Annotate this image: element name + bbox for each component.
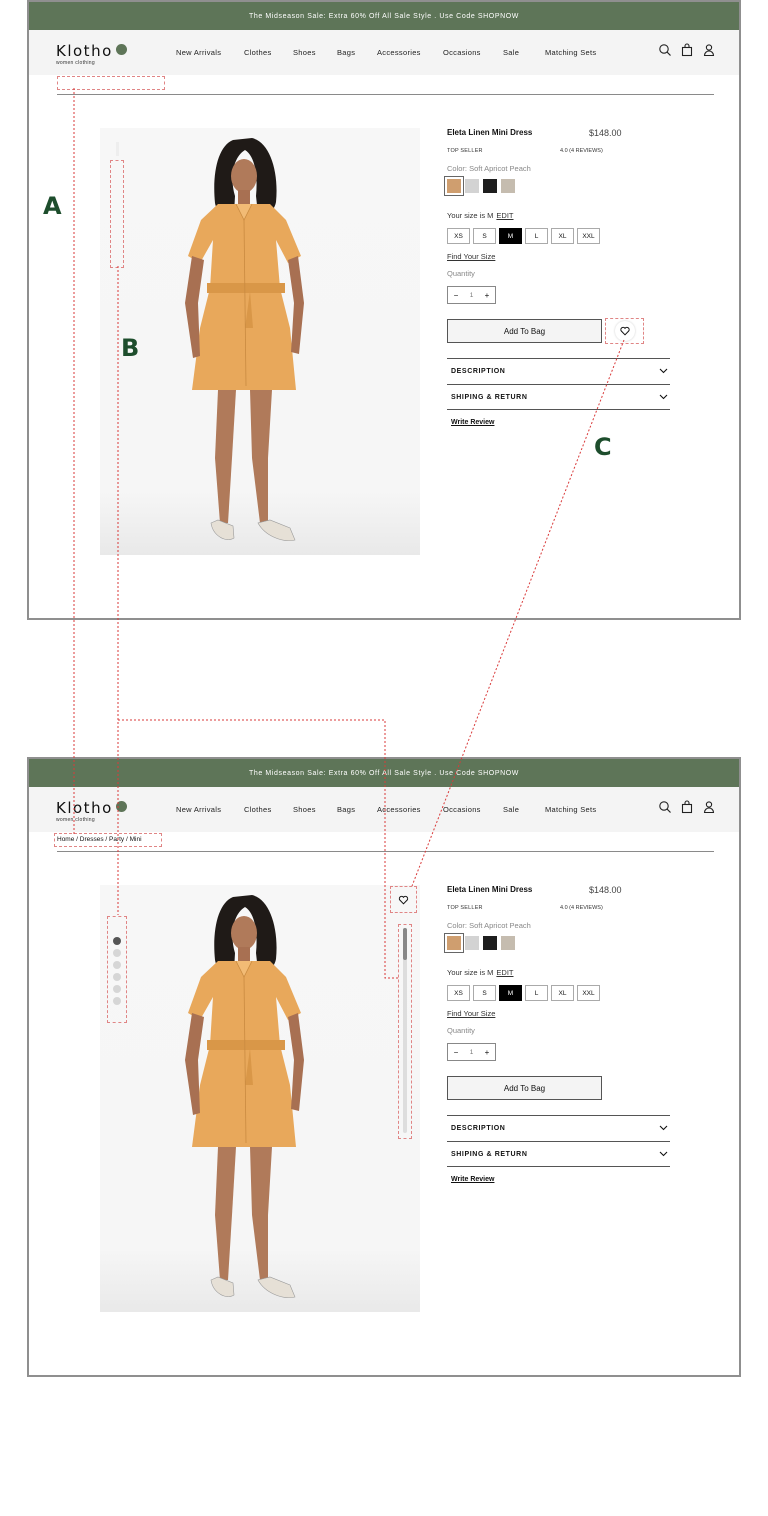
connector-b-right	[118, 719, 398, 979]
callout-b: B	[121, 334, 140, 362]
callout-c: C	[594, 433, 612, 461]
callout-a: A	[43, 192, 62, 220]
connector-c	[411, 339, 625, 887]
annotation-connectors	[73, 88, 625, 979]
